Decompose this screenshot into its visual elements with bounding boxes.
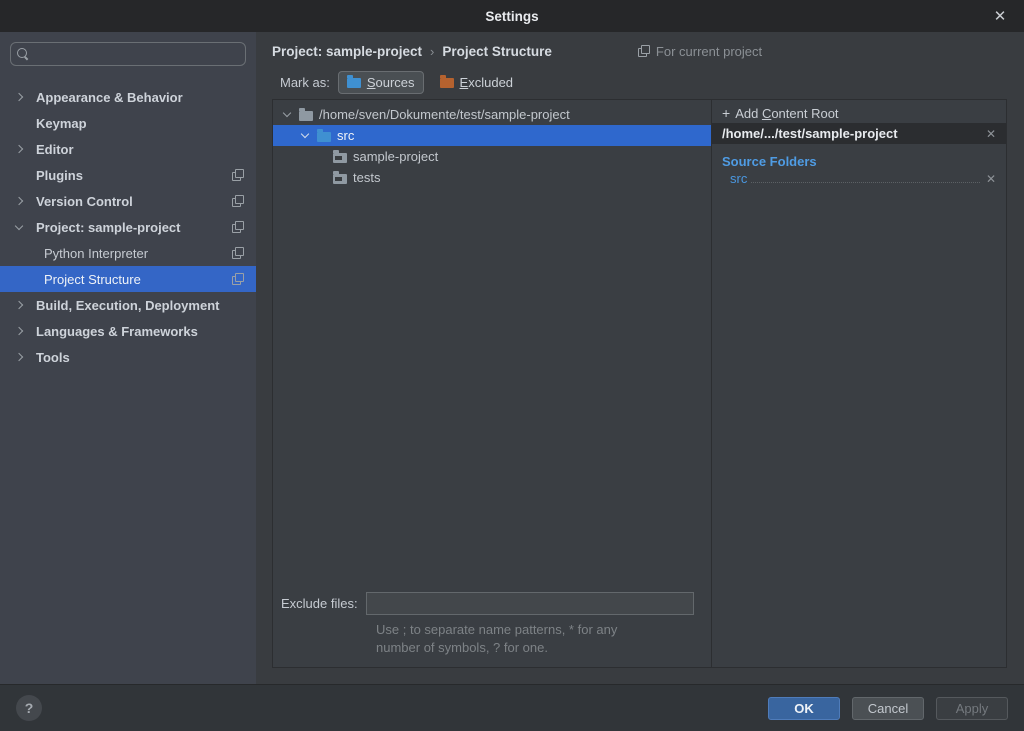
search-icon bbox=[17, 48, 29, 60]
breadcrumb-project: Project: sample-project bbox=[272, 44, 422, 59]
source-folders-header: Source Folders bbox=[722, 154, 1006, 169]
exclude-files-section: Exclude files: Use ; to separate name pa… bbox=[273, 586, 711, 667]
remove-source-folder-icon[interactable]: ✕ bbox=[984, 172, 998, 186]
chevron-down-icon bbox=[15, 221, 23, 229]
per-project-icon bbox=[638, 45, 650, 57]
chevron-down-icon bbox=[283, 109, 291, 117]
directory-tree-panel: /home/sven/Dokumente/test/sample-project… bbox=[273, 100, 712, 667]
tree-row-content-root[interactable]: /home/sven/Dokumente/test/sample-project bbox=[273, 104, 711, 125]
sidebar-item-python-interpreter[interactable]: Python Interpreter bbox=[0, 240, 256, 266]
chevron-down-icon bbox=[301, 130, 309, 138]
per-project-icon bbox=[232, 221, 244, 233]
scope-note: For current project bbox=[638, 44, 762, 59]
page-title: Project Structure bbox=[442, 44, 552, 59]
structure-panels: /home/sven/Dokumente/test/sample-project… bbox=[272, 99, 1007, 668]
apply-button[interactable]: Apply bbox=[936, 697, 1008, 720]
chevron-right-icon bbox=[15, 353, 23, 361]
search-box[interactable] bbox=[10, 42, 246, 66]
per-project-icon bbox=[232, 273, 244, 285]
folder-icon bbox=[333, 174, 347, 184]
sidebar-item-project-structure[interactable]: Project Structure bbox=[0, 266, 256, 292]
sidebar-item-build-execution-deployment[interactable]: Build, Execution, Deployment bbox=[0, 292, 256, 318]
settings-content: Project: sample-project › Project Struct… bbox=[256, 32, 1024, 684]
excluded-folder-icon bbox=[440, 78, 454, 88]
source-folder-entry-src[interactable]: src ✕ bbox=[712, 171, 1006, 190]
help-button[interactable]: ? bbox=[16, 695, 42, 721]
content-root-path: /home/.../test/sample-project bbox=[722, 126, 984, 141]
sidebar-item-plugins[interactable]: Plugins bbox=[0, 162, 256, 188]
breadcrumb-separator: › bbox=[430, 44, 434, 59]
mark-as-label: Mark as: bbox=[280, 75, 330, 90]
search-input[interactable] bbox=[35, 47, 239, 62]
dialog-title: Settings bbox=[485, 9, 538, 24]
close-icon[interactable]: ✕ bbox=[986, 0, 1014, 32]
per-project-icon bbox=[232, 169, 244, 181]
cancel-button[interactable]: Cancel bbox=[852, 697, 924, 720]
sidebar-item-appearance-behavior[interactable]: Appearance & Behavior bbox=[0, 84, 256, 110]
exclude-files-label: Exclude files: bbox=[281, 596, 358, 611]
sidebar-item-languages-frameworks[interactable]: Languages & Frameworks bbox=[0, 318, 256, 344]
sidebar-item-keymap[interactable]: Keymap bbox=[0, 110, 256, 136]
mark-sources-button[interactable]: Sources bbox=[338, 71, 424, 94]
dialog-footer: ? OK Cancel Apply bbox=[0, 684, 1024, 731]
breadcrumb: Project: sample-project › Project Struct… bbox=[256, 32, 1024, 66]
settings-nav: Appearance & Behavior Keymap Editor Plug… bbox=[0, 84, 256, 370]
mark-as-toolbar: Mark as: Sources Excluded bbox=[256, 66, 1024, 98]
per-project-icon bbox=[232, 247, 244, 259]
content-roots-panel: + Add Content Root /home/.../test/sample… bbox=[712, 100, 1006, 667]
chevron-right-icon bbox=[15, 145, 23, 153]
tree-row-tests[interactable]: tests bbox=[273, 167, 711, 188]
directory-tree: /home/sven/Dokumente/test/sample-project… bbox=[273, 100, 711, 586]
tree-row-src[interactable]: src bbox=[273, 125, 711, 146]
settings-sidebar: Appearance & Behavior Keymap Editor Plug… bbox=[0, 32, 256, 684]
exclude-files-input[interactable] bbox=[366, 592, 694, 615]
remove-content-root-icon[interactable]: ✕ bbox=[984, 127, 998, 141]
ok-button[interactable]: OK bbox=[768, 697, 840, 720]
source-folder-icon bbox=[347, 78, 361, 88]
tree-row-sample-project[interactable]: sample-project bbox=[273, 146, 711, 167]
sidebar-item-version-control[interactable]: Version Control bbox=[0, 188, 256, 214]
exclude-files-hint: Use ; to separate name patterns, * for a… bbox=[376, 621, 703, 657]
titlebar: Settings ✕ bbox=[0, 0, 1024, 32]
sidebar-item-tools[interactable]: Tools bbox=[0, 344, 256, 370]
chevron-right-icon bbox=[15, 327, 23, 335]
mark-excluded-button[interactable]: Excluded bbox=[432, 72, 521, 93]
content-root-entry[interactable]: /home/.../test/sample-project ✕ bbox=[712, 123, 1006, 144]
sidebar-item-project-sample-project[interactable]: Project: sample-project bbox=[0, 214, 256, 240]
source-folder-icon bbox=[317, 132, 331, 142]
sidebar-item-editor[interactable]: Editor bbox=[0, 136, 256, 162]
settings-dialog: Settings ✕ Appearance & Behavior Keymap bbox=[0, 0, 1024, 731]
folder-icon bbox=[299, 111, 313, 121]
plus-icon: + bbox=[722, 106, 730, 120]
add-content-root-button[interactable]: + Add Content Root bbox=[712, 103, 1006, 123]
chevron-right-icon bbox=[15, 197, 23, 205]
per-project-icon bbox=[232, 195, 244, 207]
folder-icon bbox=[333, 153, 347, 163]
chevron-right-icon bbox=[15, 93, 23, 101]
chevron-right-icon bbox=[15, 301, 23, 309]
dotted-leader bbox=[751, 171, 980, 183]
